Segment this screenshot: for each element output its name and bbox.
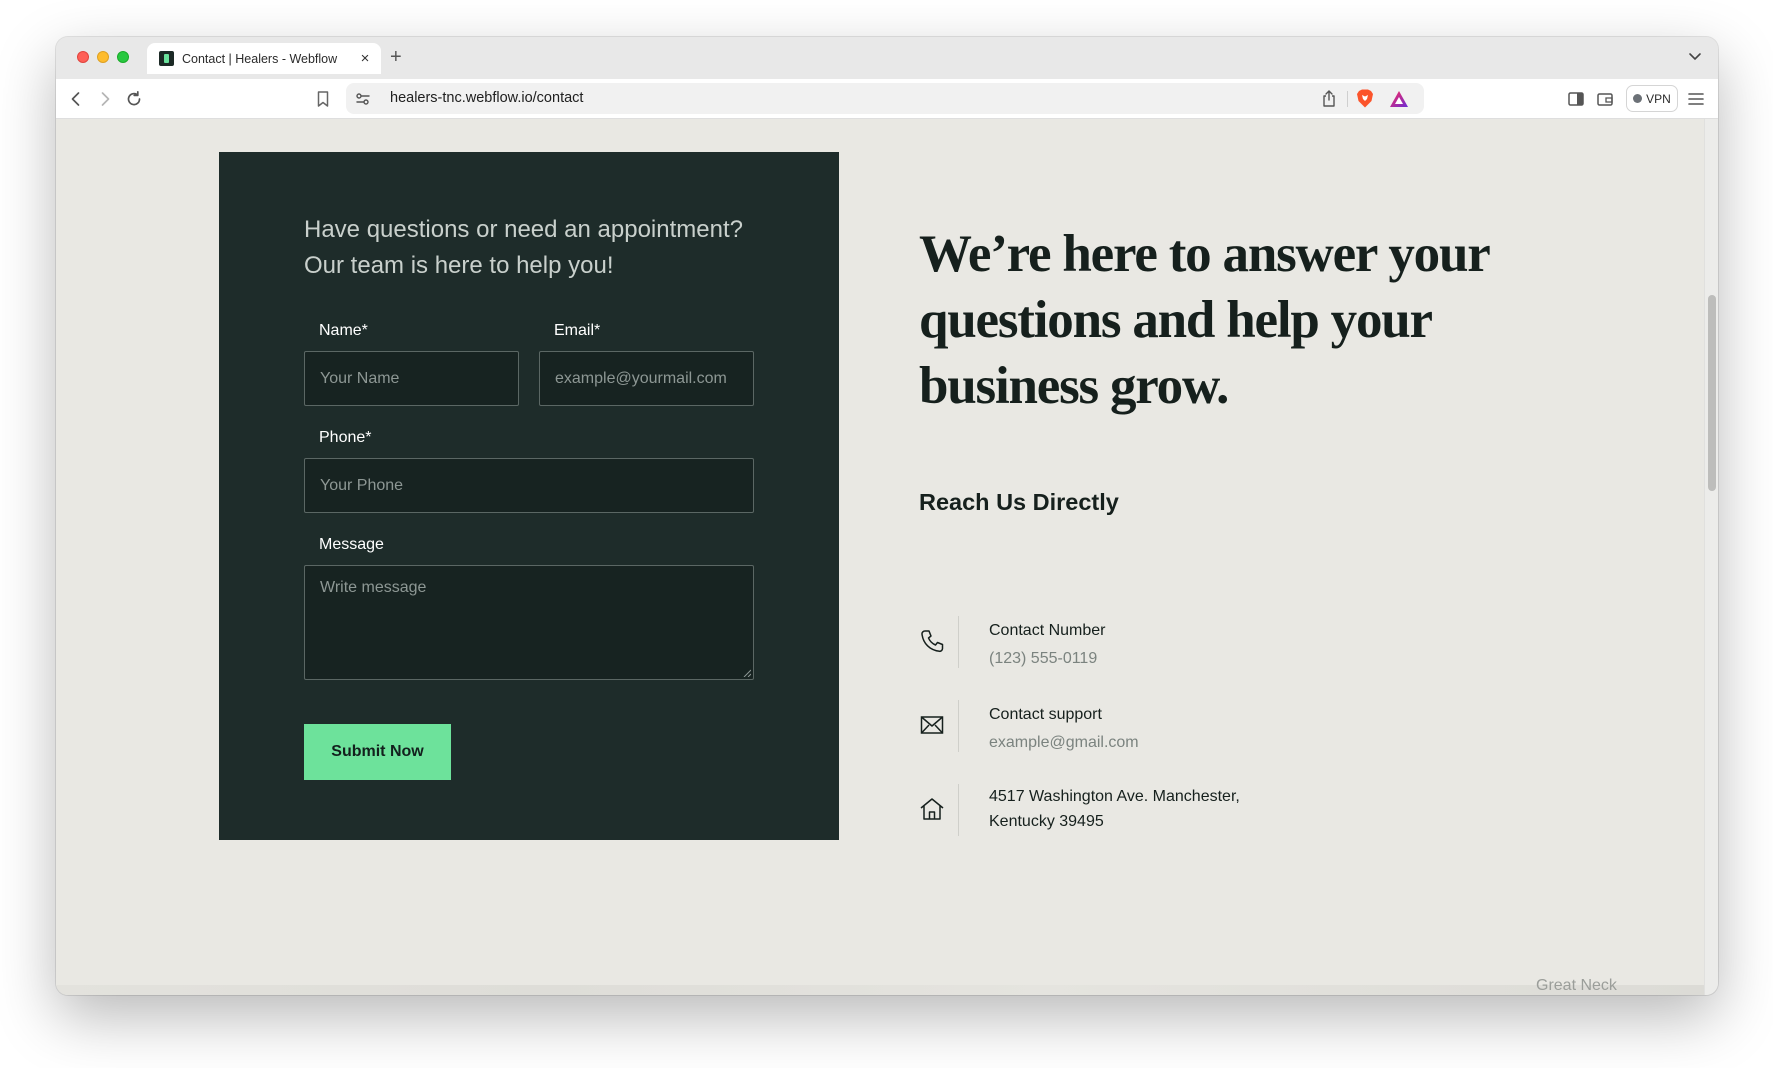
map-section [56, 985, 1704, 995]
contact-number-title: Contact Number [989, 622, 1106, 639]
vpn-button[interactable]: VPN [1626, 85, 1678, 112]
contact-divider [958, 700, 959, 752]
page-headline: We’re here to answer your questions and … [919, 225, 1490, 415]
message-label: Message [319, 536, 384, 553]
url-separator [1347, 91, 1348, 107]
bookmark-icon[interactable] [313, 89, 333, 109]
home-icon [920, 798, 944, 820]
phone-input[interactable]: Your Phone [304, 458, 754, 513]
site-settings-icon[interactable] [354, 90, 372, 108]
tab-strip: Contact | Healers - Webflow × + [56, 37, 1718, 79]
window-maximize-button[interactable] [117, 51, 129, 63]
resize-handle-icon[interactable] [743, 669, 751, 677]
form-heading: Have questions or need an appointment? O… [304, 216, 743, 279]
brave-shields-icon[interactable] [1355, 88, 1375, 109]
address-text: 4517 Washington Ave. Manchester, Kentuck… [989, 788, 1240, 830]
reload-icon[interactable] [124, 89, 144, 109]
name-label: Name* [319, 322, 368, 339]
sidebar-toggle-icon[interactable] [1566, 89, 1586, 109]
reach-us-title: Reach Us Directly [919, 489, 1119, 515]
hamburger-menu-icon[interactable] [1686, 89, 1706, 109]
vpn-status-icon [1633, 94, 1643, 103]
contact-divider [958, 784, 959, 836]
scrollbar-thumb[interactable] [1708, 295, 1716, 491]
email-input[interactable]: example@yourmail.com [539, 351, 754, 406]
message-textarea[interactable]: Write message [304, 565, 754, 680]
contact-support-value[interactable]: example@gmail.com [989, 734, 1139, 752]
site-favicon-icon [159, 51, 174, 66]
contact-divider [958, 616, 959, 668]
rewards-triangle-icon[interactable] [1388, 89, 1410, 109]
forward-arrow-icon[interactable] [95, 89, 115, 109]
window-close-button[interactable] [77, 51, 89, 63]
contact-number-value[interactable]: (123) 555-0119 [989, 650, 1097, 668]
browser-tab[interactable]: Contact | Healers - Webflow × [147, 43, 381, 74]
browser-toolbar: healers-tnc.webflow.io/contact VPN [56, 79, 1718, 119]
phone-label: Phone* [319, 429, 372, 446]
address-bar[interactable]: healers-tnc.webflow.io/contact [346, 83, 1424, 114]
page-viewport: Have questions or need an appointment? O… [56, 119, 1704, 995]
contact-form-card: Have questions or need an appointment? O… [219, 152, 839, 840]
url-text[interactable]: healers-tnc.webflow.io/contact [390, 90, 583, 106]
email-label: Email* [554, 322, 601, 339]
page-scrollbar[interactable] [1704, 119, 1718, 995]
submit-button[interactable]: Submit Now [304, 724, 451, 780]
mail-icon [920, 716, 944, 734]
message-placeholder: Write message [320, 579, 427, 596]
window-minimize-button[interactable] [97, 51, 109, 63]
vpn-label: VPN [1646, 91, 1671, 106]
back-arrow-icon[interactable] [66, 89, 86, 109]
phone-icon [921, 630, 944, 653]
tab-list-chevron-icon[interactable] [1686, 47, 1704, 65]
tab-close-icon[interactable]: × [357, 50, 373, 67]
browser-window: Contact | Healers - Webflow × + healers-… [56, 37, 1718, 995]
name-input[interactable]: Your Name [304, 351, 519, 406]
contact-support-title: Contact support [989, 706, 1102, 723]
map-place-label: Great Neck [1536, 977, 1617, 994]
share-icon[interactable] [1320, 89, 1338, 108]
tab-title: Contact | Healers - Webflow [182, 51, 338, 66]
new-tab-button[interactable]: + [390, 45, 402, 69]
wallet-icon[interactable] [1595, 89, 1615, 109]
